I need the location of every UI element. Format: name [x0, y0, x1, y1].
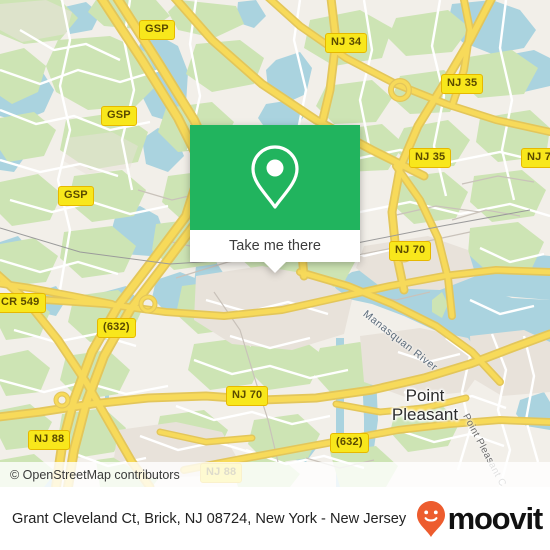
- shield-gsp-south: GSP: [58, 186, 94, 206]
- shield-632-west: (632): [97, 318, 136, 338]
- shield-632-east: (632): [330, 433, 369, 453]
- moovit-logo[interactable]: moovit: [416, 500, 550, 538]
- shield-nj-35-mid: NJ 35: [409, 148, 452, 168]
- footer-bar: Grant Cleveland Ct, Brick, NJ 08724, New…: [0, 487, 550, 550]
- popup-header: [190, 125, 360, 230]
- moovit-smiley-pin-icon: [416, 500, 445, 537]
- map-canvas[interactable]: GSP NJ 34 NJ 35 GSP NJ 35 NJ 7 NJ 70 GSP…: [0, 0, 550, 487]
- osm-attribution-text: © OpenStreetMap contributors: [10, 467, 180, 482]
- shield-nj-35-north: NJ 35: [441, 74, 484, 94]
- take-me-there-label: Take me there: [229, 238, 321, 254]
- shield-cr-549: CR 549: [0, 293, 46, 313]
- shield-gsp-mid: GSP: [101, 106, 137, 126]
- popup-footer[interactable]: Take me there: [190, 230, 360, 273]
- shield-nj-70-east: NJ 70: [389, 241, 432, 261]
- shield-nj-88-west: NJ 88: [28, 430, 71, 450]
- shield-nj-70-edge: NJ 7: [521, 148, 550, 168]
- osm-attribution[interactable]: © OpenStreetMap contributors: [0, 462, 550, 487]
- map-pin-icon: [251, 144, 299, 209]
- address-label: Grant Cleveland Ct, Brick, NJ 08724, New…: [12, 510, 407, 527]
- moovit-map-screen: GSP NJ 34 NJ 35 GSP NJ 35 NJ 7 NJ 70 GSP…: [0, 0, 550, 550]
- shield-gsp-north: GSP: [139, 20, 175, 40]
- popup-pointer: [264, 262, 286, 273]
- moovit-wordmark: moovit: [447, 500, 544, 536]
- shield-nj-34: NJ 34: [325, 33, 368, 53]
- shield-nj-70-south: NJ 70: [226, 386, 269, 406]
- location-popup[interactable]: Take me there: [190, 125, 360, 273]
